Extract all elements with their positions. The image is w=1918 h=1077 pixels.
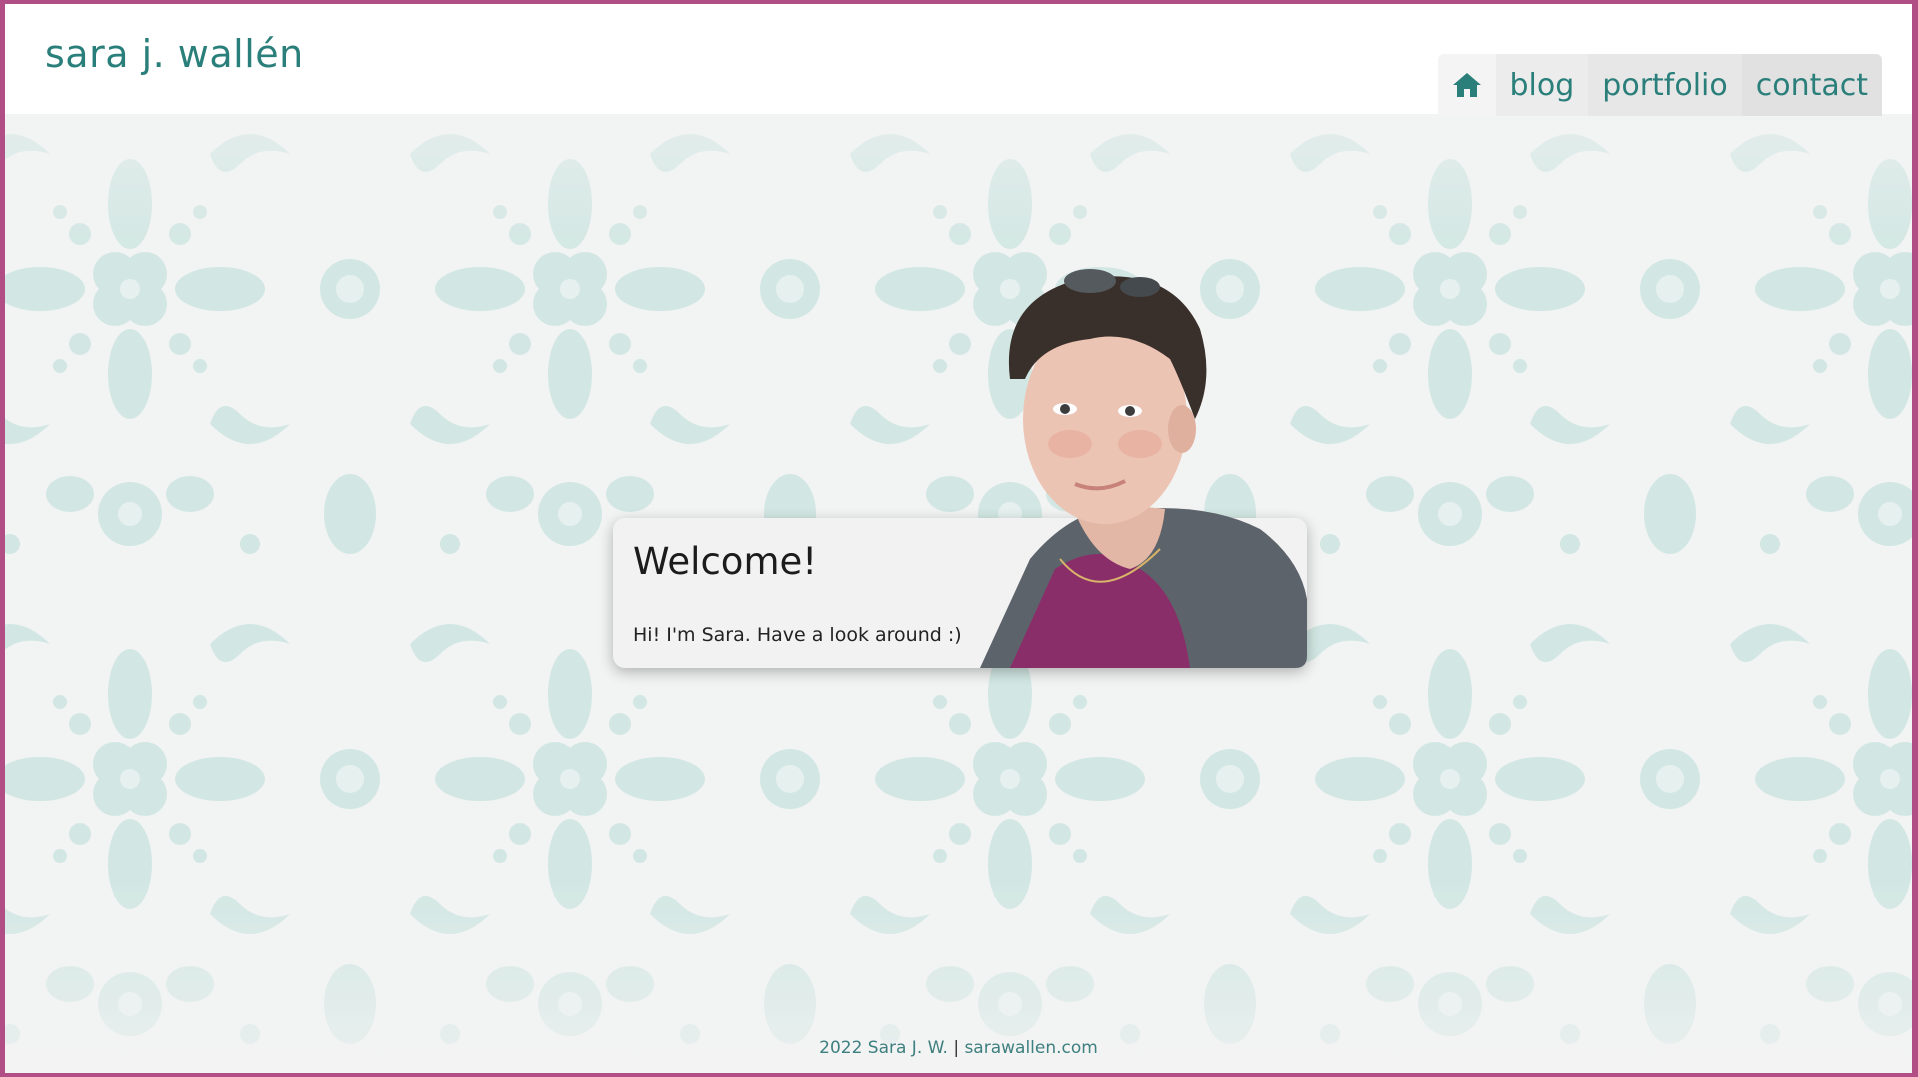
home-icon xyxy=(1452,72,1482,98)
nav-blog[interactable]: blog xyxy=(1495,54,1589,116)
nav-portfolio[interactable]: portfolio xyxy=(1588,54,1742,116)
site-footer: 2022 Sara J. W. | sarawallen.com xyxy=(5,1038,1912,1058)
welcome-text: Hi! I'm Sara. Have a look around :) xyxy=(633,624,962,646)
site-header: sara j. wallén blog portfolio contact xyxy=(5,4,1912,116)
nav-contact[interactable]: contact xyxy=(1741,54,1882,116)
footer-copyright: 2022 Sara J. W. xyxy=(819,1038,948,1058)
profile-photo xyxy=(970,259,1307,668)
welcome-title: Welcome! xyxy=(633,540,818,583)
site-title-link[interactable]: sara j. wallén xyxy=(45,32,304,76)
footer-site-link[interactable]: sarawallen.com xyxy=(964,1038,1097,1058)
main-nav: blog portfolio contact xyxy=(1437,54,1882,116)
nav-home[interactable] xyxy=(1437,54,1496,116)
browser-page: sara j. wallén blog portfolio contact We… xyxy=(5,4,1912,1073)
footer-separator: | xyxy=(953,1038,960,1058)
